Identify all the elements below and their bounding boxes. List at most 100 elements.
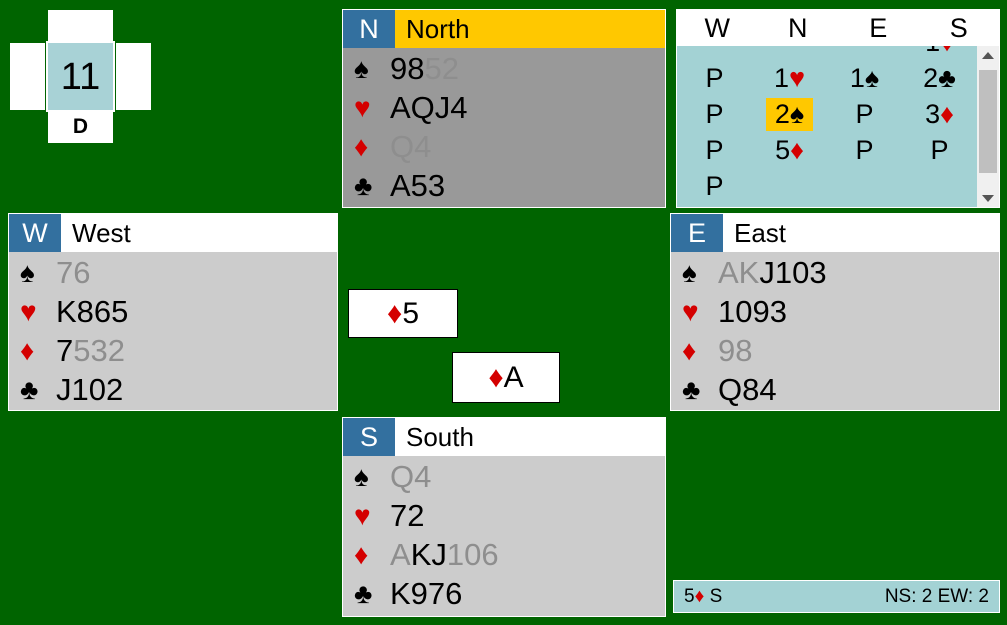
suit-cards-club[interactable]: Q84 [718,374,777,405]
card-group-held[interactable]: 98 [390,51,424,86]
suit-cards-club[interactable]: J102 [56,374,123,405]
suit-row-diamond[interactable]: ♦ 7532 [9,331,337,370]
bid-cell-w-3[interactable]: P [677,132,752,168]
bidding-column-header-n: N [788,12,808,43]
suit-cards-diamond[interactable]: 98 [718,335,752,366]
bidding-scrollbar[interactable] [977,46,999,207]
suit-row-heart[interactable]: ♥ 1093 [671,292,999,331]
bid-chip[interactable]: P [846,98,882,131]
played-card-west: ♦ 5 [348,289,458,338]
bid-level: 2 [774,98,790,129]
suit-row-club[interactable]: ♣ A53 [343,166,665,205]
card-group-held[interactable]: J103 [759,255,826,290]
hand-panel-west[interactable]: W West ♠ 76 ♥ K865 ♦ 7532 ♣ J102 [8,213,338,411]
club-icon: ♣ [20,373,39,405]
suit-cards-heart[interactable]: 1093 [718,296,787,327]
suit-row-spade[interactable]: ♠ 9852 [343,49,665,88]
bid-suit-icon: ♦ [790,134,804,165]
suit-row-spade[interactable]: ♠ 76 [9,253,337,292]
scroll-down-icon[interactable] [977,189,999,207]
suit-cards-diamond[interactable]: Q4 [390,131,431,162]
bid-cell-e-1[interactable]: 1 ♠ [827,60,902,96]
bid-cell-w-4[interactable]: P [677,168,752,204]
bid-chip[interactable]: 1 ♥ [765,62,814,95]
bid-cell-n-2[interactable]: 2 ♠ [752,96,827,132]
card-group-held[interactable]: 72 [390,498,424,533]
hand-panel-north[interactable]: N North ♠ 9852 ♥ AQJ4 ♦ Q4 ♣ A53 [342,9,666,208]
suit-cards-spade[interactable]: Q4 [390,461,431,492]
suit-cards-heart[interactable]: 72 [390,500,424,531]
bid-cell-n-3[interactable]: 5 ♦ [752,132,827,168]
club-icon: ♣ [682,373,701,405]
diamond-icon: ♦ [682,334,697,366]
bid-cell-s-2[interactable]: 3 ♦ [902,96,977,132]
seat-badge-west: W [9,214,61,252]
bid-cell-w-1[interactable]: P [677,60,752,96]
bid-chip[interactable]: P [696,134,732,167]
bid-cell-s-0[interactable]: 1♦ [902,46,977,60]
bid-cell-e-2[interactable]: P [827,96,902,132]
heart-icon: ♥ [354,91,371,123]
dealer-marker: D [72,114,89,138]
suit-row-club[interactable]: ♣ Q84 [671,370,999,409]
bid-chip[interactable]: P [846,134,882,167]
bid-suit-icon: ♠ [789,98,805,129]
suit-row-spade[interactable]: ♠ Q4 [343,457,665,496]
suit-row-diamond[interactable]: ♦ AKJ106 [343,535,665,574]
bid-cell-n-1[interactable]: 1 ♥ [752,60,827,96]
tricks-taken-label: NS: 2 EW: 2 [884,585,989,607]
bid-chip[interactable]: P [696,62,732,95]
card-group-held[interactable]: K976 [390,576,462,611]
scroll-up-icon[interactable] [977,46,999,64]
suit-cards-spade[interactable]: AKJ103 [718,257,827,288]
card-group-held[interactable]: Q84 [718,372,777,407]
suit-row-spade[interactable]: ♠ AKJ103 [671,253,999,292]
hand-panel-east[interactable]: E East ♠ AKJ103 ♥ 1093 ♦ 98 ♣ Q84 [670,213,1000,411]
hand-panel-south[interactable]: S South ♠ Q4 ♥ 72 ♦ AKJ106 ♣ K976 [342,417,666,617]
bidding-row: 1♦ [677,46,977,60]
bid-chip[interactable]: 2 ♣ [914,62,965,95]
suit-cards-diamond[interactable]: AKJ106 [390,539,499,570]
suit-cards-spade[interactable]: 76 [56,257,90,288]
bid-cell-s-3[interactable]: P [902,132,977,168]
suit-row-club[interactable]: ♣ J102 [9,370,337,409]
bid-cell-w-0 [677,46,752,60]
card-group-held[interactable]: 1093 [718,294,787,329]
card-group-held[interactable]: A53 [390,168,445,203]
suit-row-diamond[interactable]: ♦ 98 [671,331,999,370]
card-group-held[interactable]: J102 [56,372,123,407]
suit-row-heart[interactable]: ♥ 72 [343,496,665,535]
suit-cards-heart[interactable]: AQJ4 [390,92,468,123]
seat-badge-east: E [671,214,723,252]
suit-row-diamond[interactable]: ♦ Q4 [343,127,665,166]
bid-cell-s-1[interactable]: 2 ♣ [902,60,977,96]
suit-row-heart[interactable]: ♥ K865 [9,292,337,331]
bid-chip-highlighted[interactable]: 2 ♠ [765,97,814,131]
card-group-held[interactable]: 7 [56,333,73,368]
suit-row-club[interactable]: ♣ K976 [343,574,665,613]
suit-row-heart[interactable]: ♥ AQJ4 [343,88,665,127]
bid-chip[interactable]: 5 ♦ [766,134,813,167]
suit-cards-diamond[interactable]: 7532 [56,335,125,366]
card-group-held[interactable]: AQJ4 [390,90,468,125]
scrollbar-thumb[interactable] [979,70,997,173]
suit-cards-heart[interactable]: K865 [56,296,128,327]
bid-chip[interactable]: 1 ♠ [841,62,888,95]
card-group-held[interactable]: KJ [411,537,447,572]
bid-chip[interactable]: 3 ♦ [916,98,963,131]
suit-cards-spade[interactable]: 9852 [390,53,459,84]
bid-cell-e-3[interactable]: P [827,132,902,168]
bid-chip[interactable]: P [696,170,732,203]
suit-cards-club[interactable]: K976 [390,578,462,609]
bid-chip[interactable]: P [696,98,732,131]
bid-level: 5 [775,134,791,165]
suit-cards-club[interactable]: A53 [390,170,445,201]
bidding-panel[interactable]: WNES 1♦P1♥1♠2♣P2♠P3♦P5♦PPP [676,9,1000,208]
bid-cell-w-2[interactable]: P [677,96,752,132]
scrollbar-track[interactable] [977,64,999,189]
played-card-south: ♦ A [452,352,560,403]
bid-chip[interactable]: P [921,134,957,167]
card-group-held[interactable]: K865 [56,294,128,329]
heart-icon: ♥ [354,499,371,531]
bid-chip[interactable]: 1♦ [916,46,963,59]
